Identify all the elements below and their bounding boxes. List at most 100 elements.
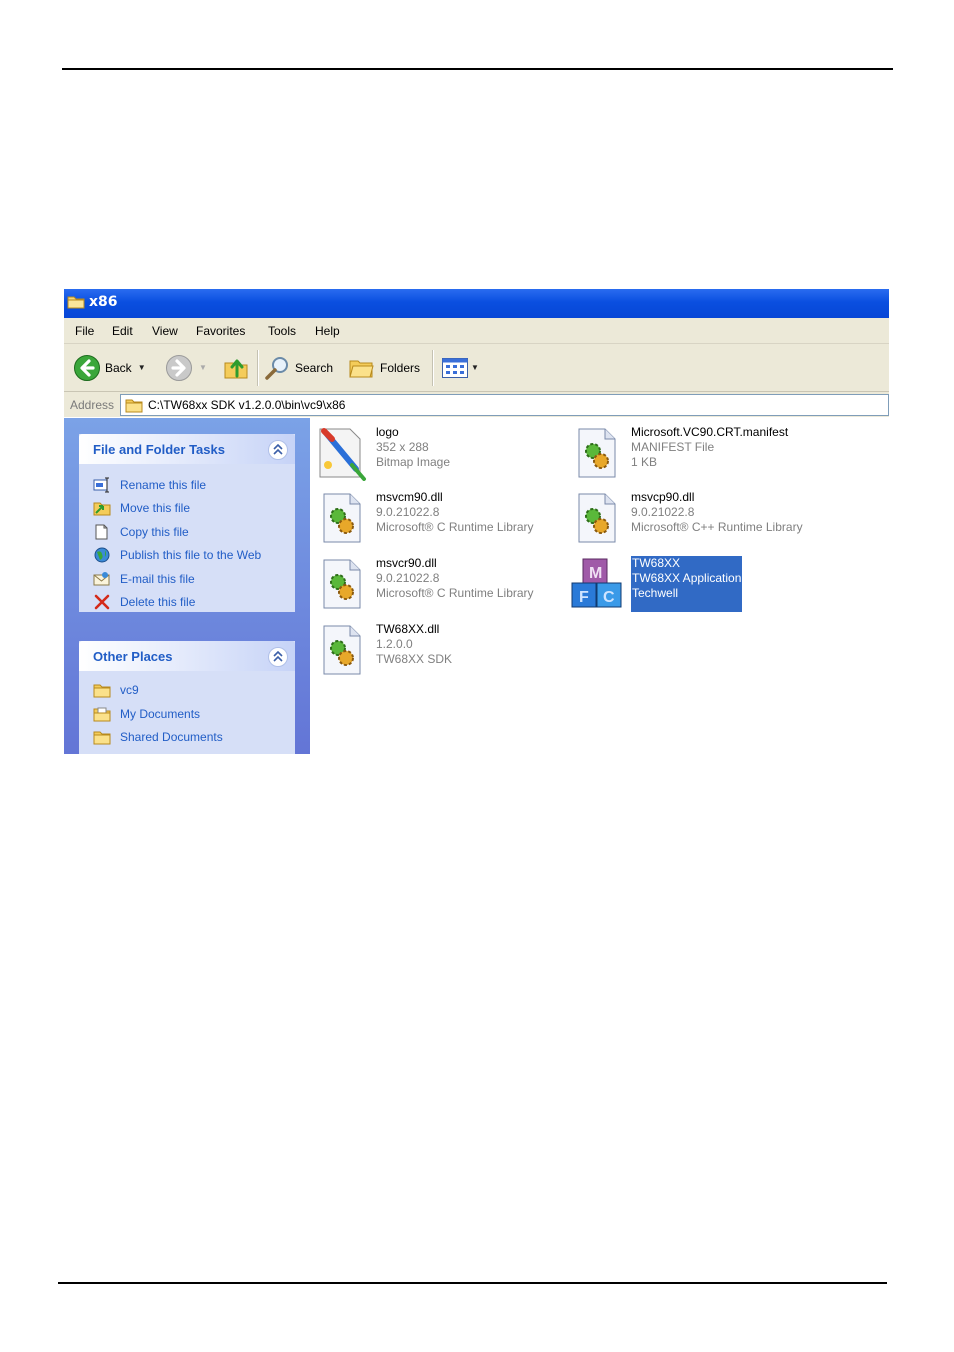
file-detail: 352 x 288	[376, 440, 429, 454]
file-description: TW68XX Application	[632, 571, 742, 585]
forward-button[interactable]: ▼	[165, 344, 207, 391]
task-email[interactable]: E-mail this file	[93, 570, 195, 588]
task-label: Copy this file	[120, 525, 189, 539]
window-title: x86	[89, 294, 118, 310]
file-company: Techwell	[632, 586, 679, 600]
folder-icon	[93, 684, 111, 697]
system-file-icon	[578, 428, 616, 478]
search-icon	[265, 356, 288, 380]
file-item-msvcr90[interactable]: msvcr90.dll 9.0.21022.8 Microsoft® C Run…	[314, 556, 534, 612]
task-copy[interactable]: Copy this file	[93, 523, 189, 541]
menu-view[interactable]: View	[152, 324, 178, 338]
file-name: msvcr90.dll	[376, 556, 437, 570]
rename-icon	[93, 477, 109, 493]
file-item-msvcm90[interactable]: msvcm90.dll 9.0.21022.8 Microsoft® C Run…	[314, 490, 534, 546]
address-label: Address	[70, 398, 115, 412]
system-file-icon	[323, 493, 361, 543]
folders-icon	[349, 360, 374, 377]
menu-tools[interactable]: Tools	[268, 324, 296, 338]
title-bar[interactable]: x86	[64, 289, 889, 318]
back-button[interactable]: Back ▼	[73, 344, 146, 391]
forward-dropdown-icon[interactable]: ▼	[199, 363, 207, 372]
file-description: TW68XX SDK	[376, 652, 453, 666]
file-description: Microsoft® C Runtime Library	[376, 586, 534, 600]
file-item-msvcp90[interactable]: msvcp90.dll 9.0.21022.8 Microsoft® C++ R…	[569, 490, 803, 546]
delete-icon	[94, 594, 110, 610]
back-arrow-icon	[74, 354, 100, 381]
task-move[interactable]: Move this file	[93, 499, 190, 517]
views-dropdown-icon[interactable]: ▼	[471, 363, 479, 372]
double-chevron-up-icon	[273, 444, 283, 455]
file-version: 9.0.21022.8	[631, 505, 695, 519]
toolbar-separator	[432, 350, 434, 386]
collapse-places-button[interactable]	[268, 647, 288, 667]
views-button[interactable]: ▼	[441, 344, 479, 391]
search-label: Search	[295, 360, 334, 375]
task-label: Publish this file to the Web	[120, 548, 262, 562]
globe-icon	[94, 547, 110, 563]
file-name: TW68XX	[632, 556, 681, 570]
menu-help[interactable]: Help	[315, 324, 340, 338]
place-label: My Documents	[120, 707, 201, 721]
file-name: msvcm90.dll	[376, 490, 443, 504]
address-input[interactable]: C:\TW68xx SDK v1.2.0.0\bin\vc9\x86	[120, 394, 889, 416]
file-detail: MANIFEST File	[631, 440, 715, 454]
other-places-title: Other Places	[93, 649, 173, 664]
file-name: msvcp90.dll	[631, 490, 695, 504]
email-icon	[93, 572, 110, 586]
folders-button[interactable]: Folders	[348, 344, 420, 391]
back-label: Back	[105, 360, 132, 375]
file-type: Bitmap Image	[376, 455, 451, 469]
file-version: 9.0.21022.8	[376, 571, 440, 585]
folder-icon	[67, 296, 85, 309]
search-button[interactable]: Search	[263, 344, 333, 391]
double-chevron-up-icon	[273, 651, 283, 662]
back-dropdown-icon[interactable]: ▼	[138, 363, 146, 372]
task-publish[interactable]: Publish this file to the Web	[93, 546, 261, 564]
file-item-logo[interactable]: logo 352 x 288 Bitmap Image	[314, 425, 450, 481]
file-description: Microsoft® C++ Runtime Library	[631, 520, 803, 534]
svg-text:M: M	[589, 565, 602, 582]
menu-favorites[interactable]: Favorites	[196, 324, 245, 338]
explorer-window: x86 File Edit View Favorites Tools Help …	[64, 289, 889, 754]
file-list: logo 352 x 288 Bitmap Image Microsoft.VC…	[310, 418, 889, 754]
file-name: TW68XX.dll	[376, 622, 440, 636]
footer-rule	[58, 1282, 887, 1284]
task-label: E-mail this file	[120, 572, 195, 586]
file-folder-tasks-header[interactable]: File and Folder Tasks	[79, 434, 295, 464]
collapse-tasks-button[interactable]	[268, 440, 288, 460]
menu-edit[interactable]: Edit	[112, 324, 133, 338]
other-places-header[interactable]: Other Places	[79, 641, 295, 671]
task-label: Delete this file	[120, 595, 196, 609]
file-name: logo	[376, 425, 399, 439]
menu-bar: File Edit View Favorites Tools Help	[64, 318, 889, 344]
file-item-manifest[interactable]: Microsoft.VC90.CRT.manifest MANIFEST Fil…	[569, 425, 788, 481]
file-version: 1.2.0.0	[376, 637, 413, 651]
file-item-tw68xx-app[interactable]: M F C TW68XX TW68XX Application Techwell	[569, 556, 743, 612]
place-label: vc9	[120, 683, 139, 697]
system-file-icon	[323, 625, 361, 675]
toolbar: Back ▼ ▼ Search Folders ▼	[64, 344, 889, 392]
views-icon	[442, 357, 468, 378]
place-shared-documents[interactable]: Shared Documents	[93, 728, 223, 746]
svg-text:F: F	[579, 589, 589, 606]
up-folder-icon	[224, 359, 248, 378]
place-my-documents[interactable]: My Documents	[93, 705, 200, 723]
header-rule	[62, 68, 893, 70]
system-file-icon	[323, 559, 361, 609]
paint-icon	[319, 428, 366, 481]
file-item-tw68xx-dll[interactable]: TW68XX.dll 1.2.0.0 TW68XX SDK	[314, 622, 452, 678]
file-folder-tasks-panel: File and Folder Tasks Rename this file M…	[79, 434, 295, 612]
up-folder-button[interactable]	[222, 344, 250, 391]
task-rename[interactable]: Rename this file	[93, 476, 206, 494]
folder-icon	[125, 399, 143, 412]
place-vc9[interactable]: vc9	[93, 681, 139, 699]
menu-file[interactable]: File	[75, 324, 94, 338]
system-file-icon	[578, 493, 616, 543]
move-icon	[93, 502, 111, 516]
file-version: 9.0.21022.8	[376, 505, 440, 519]
task-delete[interactable]: Delete this file	[93, 593, 195, 611]
task-pane: File and Folder Tasks Rename this file M…	[64, 418, 310, 754]
place-label: Shared Documents	[120, 730, 223, 744]
other-places-panel: Other Places vc9 My Documents Shared Doc…	[79, 641, 295, 754]
